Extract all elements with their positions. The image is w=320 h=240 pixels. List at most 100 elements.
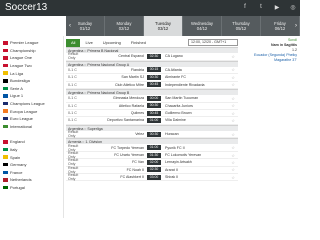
sidebar-country-item[interactable]: Portugal [0, 184, 63, 192]
match-row[interactable]: Result Only Velez 00:30 Huracan ☆ [66, 130, 238, 139]
match-time: 00:30 [147, 74, 161, 80]
sidebar-league-item[interactable]: International [0, 123, 63, 131]
sidebar-league-item[interactable]: League One [0, 54, 63, 62]
home-team: Club Atletico Mitre [115, 82, 144, 87]
sidebar-country-item[interactable]: Spain [0, 153, 63, 161]
match-row[interactable]: Result Only FC Torpedo Yerevan 01:00 Pyunik… [66, 144, 238, 152]
sidebar-league-label: Premier League [10, 40, 39, 46]
home-team: FC Urartu Yerevan [114, 153, 144, 158]
favorite-icon[interactable]: ☆ [231, 175, 235, 180]
tab-live[interactable]: Live [80, 39, 97, 47]
favorite-icon[interactable]: ☆ [231, 82, 235, 87]
favorite-icon[interactable]: ☆ [231, 145, 235, 150]
flag-icon [3, 162, 8, 167]
favorite-icon[interactable]: ☆ [231, 167, 235, 172]
favorite-icon[interactable]: ☆ [231, 96, 235, 101]
tab-finished[interactable]: Finished [126, 39, 151, 47]
match-time: 02:30 [147, 53, 161, 59]
day-tab[interactable]: Monday 02/12 [105, 16, 144, 36]
sidebar-league-item[interactable]: Serie A [0, 85, 63, 93]
sidebar-league-item[interactable]: Champions League [0, 100, 63, 108]
facebook-icon[interactable]: f [241, 3, 249, 11]
instagram-icon[interactable]: ◎ [289, 3, 297, 11]
match-status: 0-1 C [68, 103, 77, 108]
match-row[interactable]: 0-1 C Gimnasia Mendoza 00:00 San Martin Tuc… [66, 95, 238, 103]
favorite-icon[interactable]: ☆ [231, 153, 235, 158]
match-time: 00:45 [147, 110, 161, 116]
tab-all[interactable]: All [66, 38, 81, 47]
match-time: 00:00 [147, 95, 161, 101]
flag-icon [3, 124, 8, 129]
away-team: Villa Dalmine [165, 118, 186, 123]
sidebar-league-item[interactable]: Bundesliga [0, 77, 63, 85]
match-row[interactable]: 0-1 C Deportivo Santamarina 01:00 Villa Dal… [66, 117, 238, 125]
sidebar-league-item[interactable]: Europa League [0, 107, 63, 115]
sidebar-country-item[interactable]: France [0, 169, 63, 177]
match-time: 00:30 [147, 131, 161, 137]
sidebar-country-item[interactable]: Italy [0, 146, 63, 154]
sidebar-country-label: Germany [10, 162, 27, 168]
app-title[interactable]: Soccer13 [5, 2, 47, 13]
flag-icon [3, 48, 8, 53]
sidebar-league-item[interactable]: Premier League [0, 39, 63, 47]
favorite-icon[interactable]: ☆ [231, 160, 235, 165]
day-tab-active[interactable]: Tuesday 03/12 [144, 16, 183, 36]
flag-icon [3, 63, 8, 68]
sidebar-league-item[interactable]: La Liga [0, 69, 63, 77]
promo-link[interactable]: Ecuador (Segunda) Pheiky Magarathe 37' [240, 53, 300, 62]
match-list: All Live Upcoming Finished 12:00, 12/20 … [66, 38, 238, 218]
match-status: 0-1 C [68, 67, 77, 72]
sidebar-league-label: League One [10, 55, 33, 61]
flag-icon [3, 56, 8, 60]
next-day-icon[interactable]: › [292, 16, 300, 36]
match-row[interactable]: 0-1 C Atletico Rafaela 00:30 Chacarita Juni… [66, 103, 238, 110]
sidebar-league-item[interactable]: League Two [0, 62, 63, 70]
social-links: f t ▶ ◎ [241, 3, 297, 11]
match-row[interactable]: Result Only FC Urartu Yerevan 01:30 FC Loko… [66, 151, 238, 160]
flag-icon [3, 109, 8, 113]
day-tab[interactable]: Wednesday 04/12 [183, 16, 222, 36]
favorite-icon[interactable]: ☆ [231, 132, 235, 137]
sidebar-league-item[interactable]: Euro League [0, 115, 63, 123]
tab-upcoming[interactable]: Upcoming [98, 39, 126, 47]
country-list: England Italy Spain Germany France Netherland… [0, 138, 63, 191]
sidebar-country-item[interactable]: England [0, 138, 63, 146]
sidebar-league-label: Champions League [10, 101, 45, 107]
match-row[interactable]: 0-1 C Quilmes 00:45 Guillermo Brown ☆ [66, 110, 238, 118]
match-row[interactable]: 0-1 C Flandria 00:15 CA Atlanta ☆ [66, 67, 238, 75]
filter-tabs: All Live Upcoming Finished 12:00, 12/20 … [66, 38, 238, 47]
flag-icon [3, 170, 8, 175]
away-team: Ararat II [165, 167, 178, 172]
flag-icon [3, 94, 8, 98]
timezone-select[interactable]: 12:00, 12/20 - GMT+1 [188, 39, 238, 46]
prev-day-icon[interactable]: ‹ [66, 16, 74, 36]
sidebar-league-item[interactable]: Championship [0, 47, 63, 55]
sidebar-league-label: Ligue 1 [10, 93, 24, 99]
sidebar-league-label: International [10, 123, 33, 129]
favorite-icon[interactable]: ☆ [231, 67, 235, 72]
favorite-icon[interactable]: ☆ [231, 103, 235, 108]
favorite-icon[interactable]: ☆ [231, 111, 235, 116]
favorite-icon[interactable]: ☆ [231, 118, 235, 123]
match-row[interactable]: Result Only FC Noah II 02:30 Ararat II ☆ [66, 166, 238, 175]
day-tab[interactable]: Thursday 05/12 [222, 16, 261, 36]
favorite-icon[interactable]: ☆ [231, 54, 235, 59]
away-team: San Martin Tucuman [165, 96, 199, 101]
match-row[interactable]: Result Only FC Alashkert II 03:00 Shirak II… [66, 173, 238, 182]
match-row[interactable]: Result Only FC Van 02:00 Lernayin Artsakh ☆ [66, 158, 238, 167]
youtube-icon[interactable]: ▶ [273, 3, 281, 11]
league-list: Premier League Championship League One Leag… [0, 39, 63, 130]
sidebar-country-label: Spain [10, 154, 21, 160]
match-time: 03:00 [147, 174, 161, 180]
favorite-icon[interactable]: ☆ [231, 75, 235, 80]
sidebar-league-label: Bundesliga [10, 78, 30, 84]
match-row[interactable]: 0-1 C San Martin SJ 00:30 Almirante FC ☆ [66, 74, 238, 82]
sidebar-league-label: League Two [10, 63, 32, 69]
home-team: Atletico Rafaela [118, 103, 144, 108]
match-row[interactable]: Result Only Central Espanol 02:30 CA Lugano… [66, 52, 238, 61]
match-row[interactable]: 0-1 C Club Atletico Mitre 00:45 Independien… [66, 82, 238, 89]
sidebar-league-item[interactable]: Ligue 1 [0, 92, 63, 100]
twitter-icon[interactable]: t [257, 3, 265, 11]
sidebar-country-item[interactable]: Netherlands [0, 176, 63, 184]
sidebar-country-item[interactable]: Germany [0, 161, 63, 169]
